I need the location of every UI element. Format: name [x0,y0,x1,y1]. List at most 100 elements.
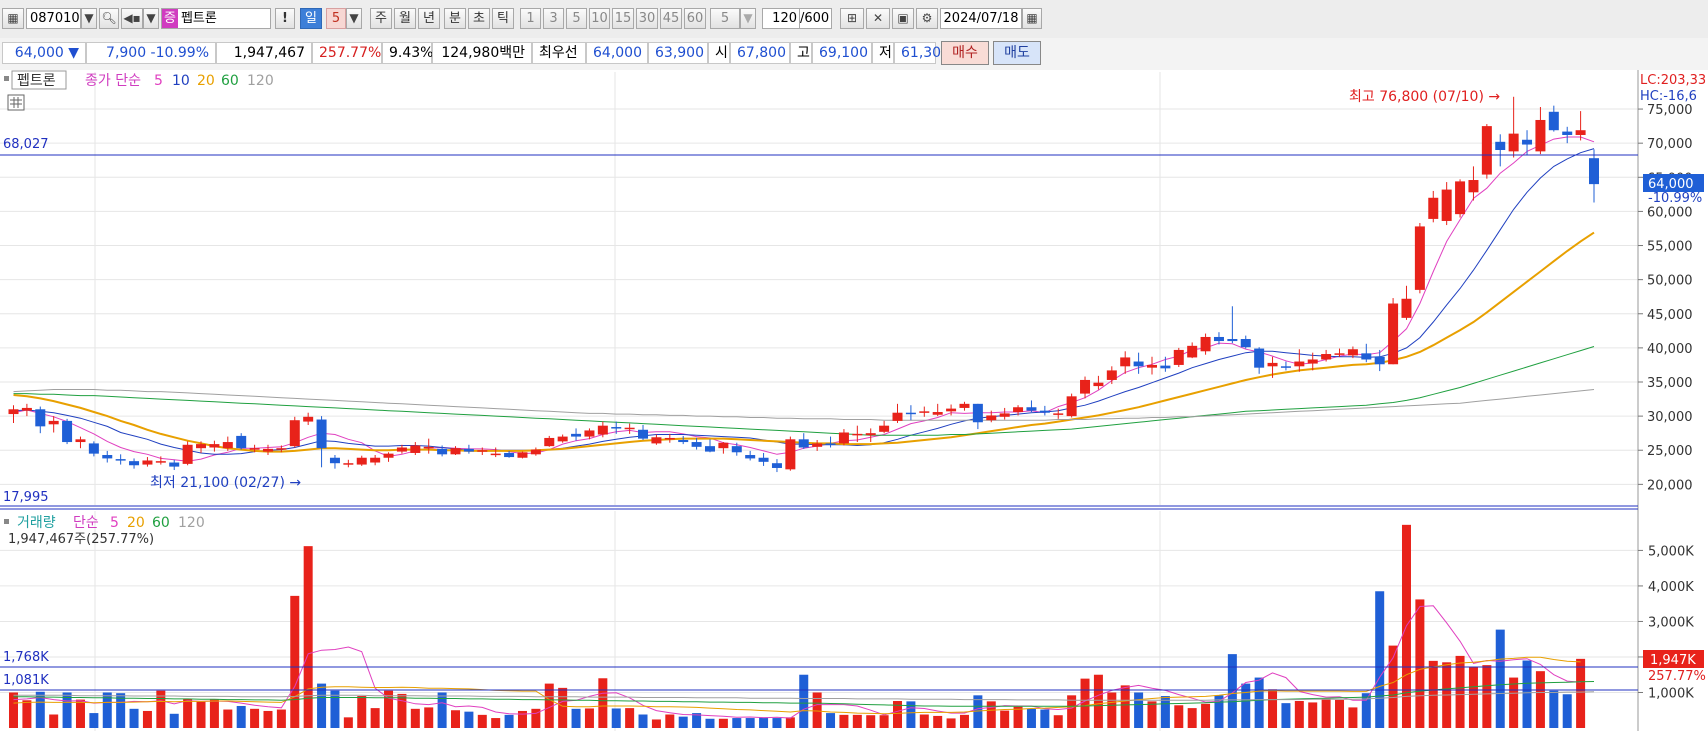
volume-bar [397,693,407,728]
volume-bar [1335,699,1345,728]
interval-dropdown-icon[interactable]: ▼ [740,8,756,29]
volume-bar [276,709,286,728]
menu-icon[interactable]: ▦ [2,8,24,29]
zoom-out-icon[interactable]: ✕ [866,8,890,29]
volume-level-high-label: 1,768K [3,650,49,665]
volume-bar [1428,660,1438,728]
candle-body [664,437,675,440]
volume-bar [263,710,273,728]
candle-body [1334,353,1345,355]
candle-body [1522,139,1533,145]
interval-select[interactable]: 5 [710,8,740,29]
code-dropdown-icon[interactable]: ▼ [81,8,97,29]
volume-bar [1321,698,1331,728]
interval-5-button[interactable]: 5 [566,8,587,29]
candle-body [611,427,622,429]
period-minute-button[interactable]: 분 [444,8,466,29]
volume-bar [1468,666,1478,728]
candle-body [1026,407,1037,411]
volume-ratio: 257.77% [312,42,382,64]
candle-body [1575,130,1586,135]
candle-body [343,463,354,465]
volume-bar [571,708,581,728]
volume-level-low-label: 1,081K [3,673,49,688]
volume-bar [1268,689,1278,728]
speaker-dropdown-icon[interactable]: ▼ [143,8,159,29]
interval-30-button[interactable]: 30 [636,8,658,29]
open-price: 67,800 [730,42,790,64]
period-num-button[interactable]: 5 [326,8,346,29]
candle-body [1347,349,1358,356]
candle-body [651,437,662,444]
search-icon[interactable]: 🔍︎ [99,8,119,29]
high-label: 고 [790,42,812,64]
calendar-icon[interactable]: ▦ [1022,8,1042,29]
speaker-icon[interactable]: ◀▪ [121,8,143,29]
candle-body [1280,366,1291,368]
volume-bar [464,711,474,728]
sell-button[interactable]: 매도 [993,41,1041,65]
volume-bar [1134,692,1144,728]
volume-bar [1147,701,1157,728]
vol-ma20-legend: 20 [127,515,145,531]
stock-name: 펩트론 [180,11,217,26]
period-year-button[interactable]: 년 [418,8,440,29]
candle-body [865,433,876,436]
volume-bar [598,678,608,728]
candle-body [48,420,59,425]
price-tick-label: 50,000 [1647,274,1693,289]
period-day-button[interactable]: 일 [300,8,322,29]
volume-tick-label: 5,000K [1648,544,1694,559]
buy-button[interactable]: 매수 [941,41,989,65]
candle-body [798,439,809,448]
table-toggle-icon[interactable] [7,94,25,111]
candle-body [1562,131,1573,135]
period-month-button[interactable]: 월 [394,8,416,29]
interval-10-button[interactable]: 10 [589,8,610,29]
candle-body [530,449,541,455]
volume-bar [1415,599,1425,728]
period-second-button[interactable]: 초 [468,8,490,29]
current-volume-label: 1,947,467주(257.77%) [8,532,154,547]
candle-body [638,429,649,439]
candle-body [1388,303,1399,365]
volume-legend-prefix: 거래량 [17,515,56,531]
candle-body [383,453,394,458]
volume-bar [1495,629,1505,728]
stock-chart[interactable]: 75,00070,00065,00060,00055,00050,00045,0… [0,70,1708,731]
interval-60-button[interactable]: 60 [684,8,706,29]
volume-bar [169,713,179,728]
volume-bar [839,714,849,728]
date-input[interactable]: 2024/07/18 [940,8,1022,29]
save-icon[interactable]: ▣ [892,8,914,29]
candle-body [370,457,381,463]
volume-bar [772,718,782,728]
stock-name-field[interactable]: 증 펩트론 [161,8,271,29]
volume-bar [1187,708,1197,728]
candle-body [129,461,140,466]
interval-3-button[interactable]: 3 [543,8,564,29]
interval-1-button[interactable]: 1 [520,8,541,29]
view-count-input[interactable]: 120 [762,8,800,29]
volume-bar [250,708,260,728]
candle-body [946,408,957,412]
candle-body [1200,336,1211,352]
period-tick-button[interactable]: 틱 [492,8,514,29]
candle-body [731,446,742,453]
period-week-button[interactable]: 주 [370,8,392,29]
interval-15-button[interactable]: 15 [612,8,634,29]
alert-button[interactable]: ! [275,8,295,29]
settings-gear-icon[interactable]: ⚙ [916,8,938,29]
volume-bar [1254,677,1264,728]
vol-ma60-legend: 60 [152,515,170,531]
candle-body [544,437,555,447]
stock-code-input[interactable]: 087010 [26,8,81,29]
volume-bar [1026,708,1036,728]
volume-bar [745,718,755,728]
interval-45-button[interactable]: 45 [660,8,682,29]
lc-label: LC:203,33 [1640,73,1706,88]
zoom-in-icon[interactable]: ⊞ [840,8,864,29]
period-dropdown-icon[interactable]: ▼ [346,8,362,29]
candle-body [410,445,421,453]
candle-body [169,462,180,467]
